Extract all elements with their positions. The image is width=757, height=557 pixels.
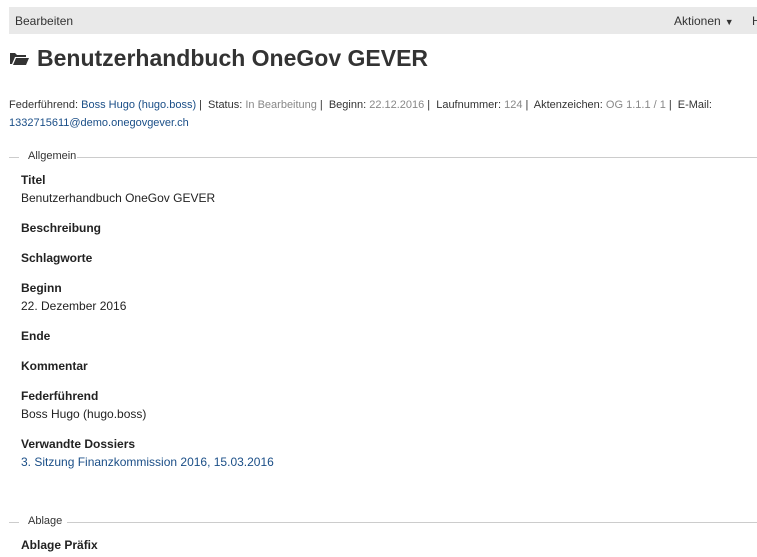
field-lead-value: Boss Hugo (hugo.boss) xyxy=(21,407,147,421)
meta-ref-value: OG 1.1.1 / 1 xyxy=(605,99,666,111)
field-start: Beginn 22. Dezember 2016 xyxy=(21,281,126,313)
meta-email-label: E-Mail: xyxy=(677,99,712,111)
meta-status-value: In Bearbeitung xyxy=(245,99,317,111)
meta-seq-value: 124 xyxy=(504,99,523,111)
field-end-label: Ende xyxy=(21,329,51,343)
actions-label: Aktionen xyxy=(674,14,721,28)
title-row: Benutzerhandbuch OneGov GEVER xyxy=(9,42,428,74)
related-dossier-link[interactable]: 3. Sitzung Finanzkommission 2016, 15.03.… xyxy=(21,455,274,469)
field-prefix-label: Ablage Präfix xyxy=(21,538,98,552)
field-prefix: Ablage Präfix xyxy=(21,538,98,552)
page-title: Benutzerhandbuch OneGov GEVER xyxy=(37,44,429,71)
field-start-label: Beginn xyxy=(21,281,62,295)
meta-email-link[interactable]: 1332715611@demo.onegovgever.ch xyxy=(9,117,189,129)
folder-open-icon xyxy=(9,50,29,66)
field-keywords: Schlagworte xyxy=(21,251,92,265)
field-related-label: Verwandte Dossiers xyxy=(21,437,136,451)
meta-lead-label: Federführend: xyxy=(9,99,79,111)
meta-status-label: Status: xyxy=(208,99,243,111)
section-general-title: Allgemein xyxy=(26,150,79,162)
section-storage: Ablage xyxy=(9,515,757,529)
meta-lead-link[interactable]: Boss Hugo (hugo.boss) xyxy=(81,99,196,111)
more-menu[interactable]: H xyxy=(752,14,757,28)
toolbar: Bearbeiten Aktionen ▼ H xyxy=(9,7,757,34)
field-comment: Kommentar xyxy=(21,359,88,373)
metadata-bar: Federführend: Boss Hugo (hugo.boss) | Sta… xyxy=(9,99,712,129)
meta-start-label: Beginn: xyxy=(328,99,367,111)
field-end: Ende xyxy=(21,329,50,343)
edit-button[interactable]: Bearbeiten xyxy=(15,14,73,28)
field-description-label: Beschreibung xyxy=(21,221,102,235)
chevron-down-icon: ▼ xyxy=(724,17,734,27)
actions-menu[interactable]: Aktionen ▼ xyxy=(674,14,734,28)
meta-seq-label: Laufnummer: xyxy=(436,99,502,111)
field-related-dossiers: Verwandte Dossiers 3. Sitzung Finanzkomm… xyxy=(21,437,274,469)
section-general: Allgemein xyxy=(9,150,757,164)
field-description: Beschreibung xyxy=(21,221,101,235)
field-lead-label: Federführend xyxy=(21,389,99,403)
field-start-value: 22. Dezember 2016 xyxy=(21,299,127,313)
meta-start-value: 22.12.2016 xyxy=(369,99,425,111)
field-title: Titel Benutzerhandbuch OneGov GEVER xyxy=(21,173,215,205)
field-lead: Federführend Boss Hugo (hugo.boss) xyxy=(21,389,146,421)
field-title-label: Titel xyxy=(21,173,46,187)
field-title-value: Benutzerhandbuch OneGov GEVER xyxy=(21,191,216,205)
field-keywords-label: Schlagworte xyxy=(21,251,93,265)
section-storage-title: Ablage xyxy=(26,515,65,527)
meta-ref-label: Aktenzeichen: xyxy=(533,99,603,111)
field-comment-label: Kommentar xyxy=(21,359,88,373)
